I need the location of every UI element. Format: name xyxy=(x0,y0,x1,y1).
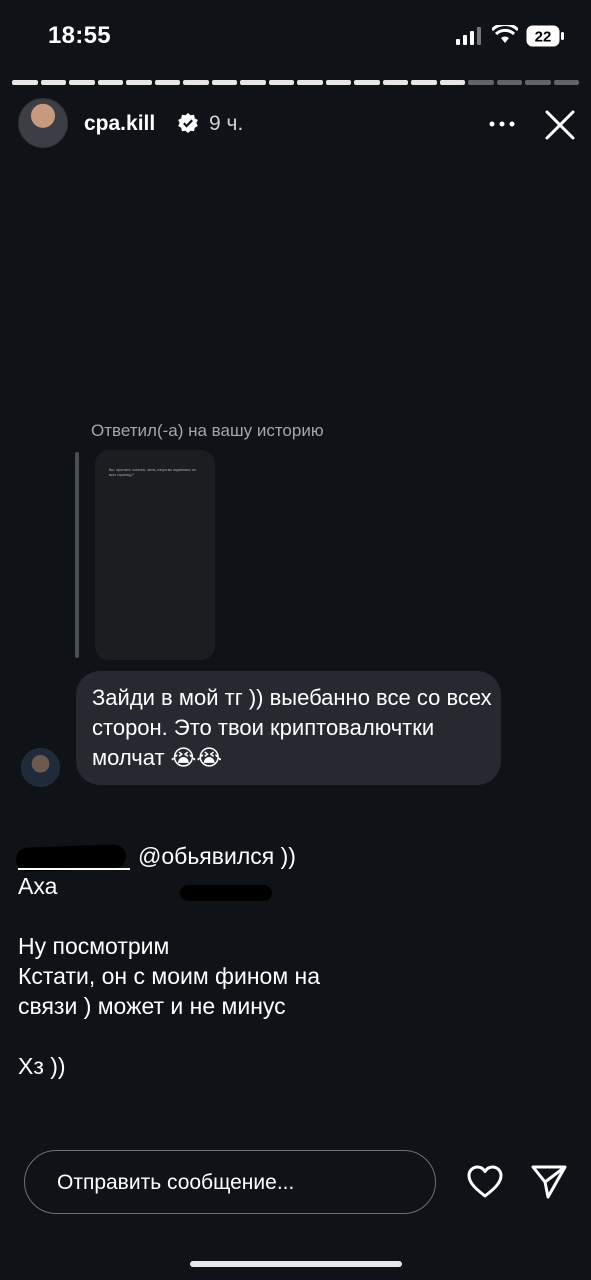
redaction-mark xyxy=(180,885,272,901)
overlay-line-2: Аха xyxy=(18,873,58,899)
battery-icon: 22 xyxy=(526,25,564,47)
heart-icon[interactable] xyxy=(466,1164,504,1200)
progress-segment xyxy=(97,80,123,85)
sender-avatar[interactable] xyxy=(21,748,60,787)
progress-segment xyxy=(240,80,266,85)
story-time: 9 ч. xyxy=(209,112,244,135)
progress-segment xyxy=(183,80,209,85)
progress-segment xyxy=(69,80,95,85)
status-bar: 18:55 22 xyxy=(0,0,591,70)
send-icon[interactable] xyxy=(530,1162,568,1200)
mention-underline xyxy=(18,868,130,870)
verified-badge-icon xyxy=(178,113,198,133)
avatar[interactable] xyxy=(18,98,68,148)
wifi-icon xyxy=(492,25,518,43)
progress-segment xyxy=(40,80,66,85)
progress-segment xyxy=(468,80,494,85)
message-placeholder: Отправить сообщение... xyxy=(57,1171,295,1194)
quote-bar xyxy=(75,452,79,658)
progress-segment xyxy=(154,80,180,85)
message-bubble: Зайди в мой тг )) выебанно все со всех с… xyxy=(76,671,501,785)
home-indicator xyxy=(190,1261,402,1267)
story-preview-text: Вы, простите, конечно, меня, нахуя вы по… xyxy=(109,468,196,477)
progress-segment xyxy=(126,80,152,85)
status-time: 18:55 xyxy=(48,22,111,49)
username[interactable]: cpa.kill xyxy=(84,112,155,136)
close-icon[interactable] xyxy=(543,108,577,142)
progress-segment xyxy=(496,80,522,85)
progress-segment xyxy=(553,80,579,85)
overlay-line-4: Кстати, он с моим фином на xyxy=(18,963,321,989)
overlay-line-3: Ну посмотрим xyxy=(18,933,170,959)
overlay-line-1: @обьявился )) xyxy=(138,843,296,869)
progress-segment xyxy=(211,80,237,85)
overlay-line-5: связи ) может и не минус xyxy=(18,993,286,1019)
reply-label: Ответил(-а) на вашу историю xyxy=(91,421,324,440)
message-input[interactable]: Отправить сообщение... xyxy=(24,1150,436,1214)
overlay-line-6: Хз )) xyxy=(18,1053,66,1079)
progress-segment xyxy=(354,80,380,85)
progress-segment xyxy=(268,80,294,85)
story-header: cpa.kill 9 ч. xyxy=(18,98,578,150)
battery-level: 22 xyxy=(535,29,552,46)
story-progress-bar xyxy=(12,80,579,86)
progress-segment xyxy=(525,80,551,85)
progress-segment xyxy=(382,80,408,85)
progress-segment xyxy=(297,80,323,85)
more-icon[interactable] xyxy=(488,110,516,138)
progress-segment xyxy=(439,80,465,85)
progress-segment xyxy=(411,80,437,85)
progress-segment xyxy=(12,80,38,85)
signal-icon xyxy=(456,27,481,45)
progress-segment xyxy=(325,80,351,85)
story-preview[interactable]: Вы, простите, конечно, меня, нахуя вы по… xyxy=(95,450,215,660)
message-text: Зайди в мой тг )) выебанно все со всех с… xyxy=(92,685,492,770)
